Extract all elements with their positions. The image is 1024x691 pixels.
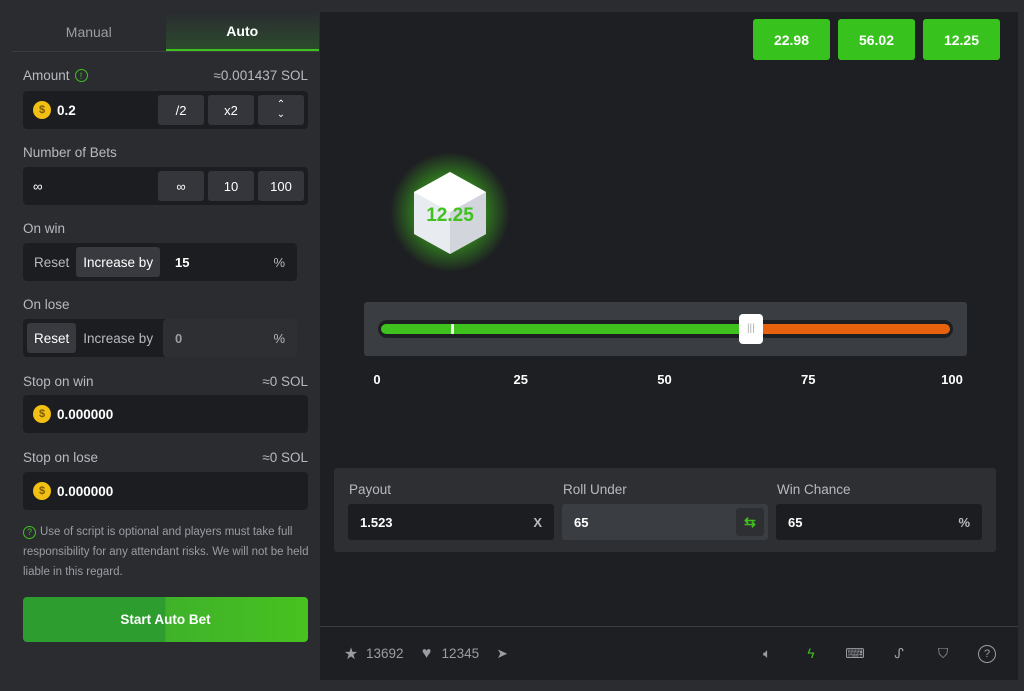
win-range	[381, 324, 751, 334]
footer-bar: ★ 13692 ♥ 12345 ➤ 🔈︎ ϟ ⌨ ᔑ ⛉ ?	[320, 626, 1018, 680]
slider-handle[interactable]: |||	[738, 314, 763, 344]
tick-label: 25	[513, 372, 528, 387]
tab-manual[interactable]: Manual	[12, 12, 166, 51]
dice-result: 12.25	[390, 152, 510, 272]
bet-calculator: Payout 1.523 X Roll Under 65 ⇆ Win Chance …	[334, 468, 996, 552]
history-badge: 56.02	[838, 19, 915, 60]
game-area: 22.98 56.02 12.25 12.25 ||| 0 25 50 75 1…	[320, 12, 1018, 680]
tick-label: 100	[941, 372, 963, 387]
on-win-value: 15	[175, 254, 190, 270]
bets-10-button[interactable]: 10	[208, 171, 254, 201]
start-auto-bet-button[interactable]: Start Auto Bet	[23, 597, 308, 642]
payout-value: 1.523	[360, 514, 393, 530]
tab-auto[interactable]: Auto	[165, 12, 319, 51]
win-chance-label: Win Chance	[777, 482, 851, 497]
win-chance-input[interactable]: 65%	[776, 504, 982, 540]
percent-unit: %	[273, 330, 285, 346]
on-win-toggle: Reset Increase by	[23, 243, 169, 281]
like-count: 12345	[441, 646, 480, 661]
swap-icon[interactable]: ⇆	[736, 508, 764, 536]
tick-label: 75	[801, 372, 816, 387]
fairness-icon[interactable]: ⛉	[934, 645, 952, 663]
on-win-reset[interactable]: Reset	[27, 247, 76, 277]
stop-win-approx: ≈0 SOL	[262, 374, 308, 389]
multiplier-unit: X	[533, 514, 542, 530]
percent-unit: %	[273, 254, 285, 270]
on-lose-value: 0	[175, 330, 183, 346]
stop-lose-label: Stop on lose	[23, 450, 99, 465]
amount-label: Amount	[23, 68, 70, 83]
auto-bet-panel: Manual Auto Amount! ≈0.001437 SOL $0.2 /…	[12, 12, 319, 680]
bets-value[interactable]: ∞	[27, 179, 154, 194]
roll-slider[interactable]: |||	[364, 302, 967, 356]
amount-field[interactable]: $0.2 /2 x2 ⌃ ⌄	[23, 91, 308, 129]
chevron-up-down-icon[interactable]: ⌃ ⌄	[258, 95, 304, 125]
info-icon[interactable]: !	[74, 69, 88, 82]
amount-sol-approx: ≈0.001437 SOL	[213, 68, 308, 83]
on-lose-label: On lose	[23, 297, 70, 312]
on-win-percent-input[interactable]: 15%	[163, 243, 297, 281]
history-badge: 12.25	[923, 19, 1000, 60]
help-icon: ?	[23, 526, 36, 539]
roll-under-value: 65	[574, 514, 589, 530]
on-lose-increase[interactable]: Increase by	[76, 323, 160, 353]
help-icon[interactable]: ?	[978, 644, 996, 663]
amount-value[interactable]: 0.2	[57, 103, 76, 118]
stop-lose-approx: ≈0 SOL	[262, 450, 308, 465]
bets-100-button[interactable]: 100	[258, 171, 304, 201]
bets-label: Number of Bets	[23, 145, 117, 160]
roll-under-input[interactable]: 65 ⇆	[562, 504, 768, 540]
win-chance-value: 65	[788, 514, 803, 530]
stop-lose-value: 0.000000	[57, 483, 114, 499]
star-count: 13692	[366, 646, 404, 661]
disclaimer-text: Use of script is optional and players mu…	[23, 526, 309, 578]
lose-range	[750, 324, 950, 334]
tick-label: 50	[657, 372, 672, 387]
bets-infinite-button[interactable]: ∞	[158, 171, 204, 201]
on-lose-percent-input[interactable]: 0%	[163, 319, 297, 357]
coin-icon: $	[33, 101, 51, 119]
history-badge: 22.98	[753, 19, 830, 60]
star-icon[interactable]: ★	[342, 645, 360, 663]
percent-unit: %	[958, 514, 970, 530]
stop-win-field[interactable]: $0.000000	[23, 395, 308, 433]
on-lose-toggle: Reset Increase by	[23, 319, 169, 357]
half-button[interactable]: /2	[158, 95, 204, 125]
sound-off-icon[interactable]: 🔈︎	[758, 645, 776, 663]
coin-icon: $	[33, 405, 51, 423]
payout-label: Payout	[349, 482, 392, 497]
payout-input[interactable]: 1.523 X	[348, 504, 554, 540]
on-lose-reset[interactable]: Reset	[27, 323, 77, 353]
result-marker	[450, 324, 454, 334]
dice-value: 12.25	[426, 205, 474, 226]
on-win-label: On win	[23, 221, 66, 236]
heart-icon[interactable]: ♥	[418, 645, 436, 663]
bets-field[interactable]: ∞ ∞ 10 100	[23, 167, 308, 205]
stop-lose-field[interactable]: $0.000000	[23, 472, 308, 510]
coin-icon: $	[33, 482, 51, 500]
roll-under-label: Roll Under	[563, 482, 627, 497]
chart-curve-icon[interactable]: ᔑ	[890, 645, 908, 663]
share-icon[interactable]: ➤	[493, 645, 511, 663]
on-win-increase[interactable]: Increase by	[76, 247, 161, 277]
stop-win-value: 0.000000	[57, 406, 114, 422]
keyboard-icon[interactable]: ⌨	[845, 645, 865, 663]
tick-label: 0	[373, 372, 381, 387]
double-button[interactable]: x2	[208, 95, 254, 125]
disclaimer: ? Use of script is optional and players m…	[23, 522, 313, 582]
stop-win-label: Stop on win	[23, 374, 94, 389]
lightning-icon[interactable]: ϟ	[802, 645, 820, 663]
